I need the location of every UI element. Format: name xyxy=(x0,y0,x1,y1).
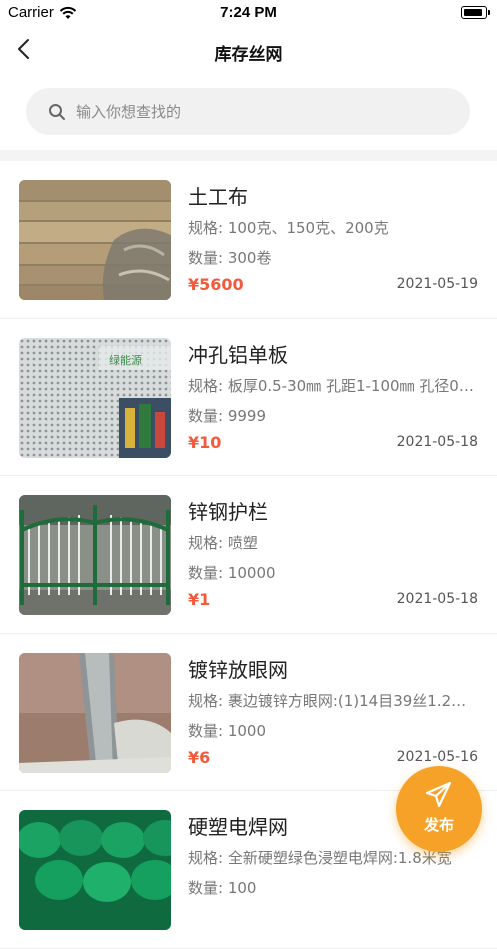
product-image-galvanized-mesh xyxy=(19,652,171,773)
product-name: 土工布 xyxy=(188,185,248,209)
paper-plane-icon xyxy=(425,781,452,808)
publish-button[interactable]: 发布 xyxy=(396,766,482,852)
status-bar: Carrier 7:24 PM xyxy=(0,0,497,26)
publish-label: 发布 xyxy=(423,816,454,834)
product-quantity: 数量: 300卷 xyxy=(188,249,272,267)
product-image-welded-mesh xyxy=(19,810,171,930)
product-spec: 规格: 板厚0.5-30㎜ 孔距1-100㎜ 孔径0.5- xyxy=(188,376,476,395)
svg-text:绿能源: 绿能源 xyxy=(109,353,142,367)
page-title: 库存丝网 xyxy=(214,45,283,65)
product-date: 2021-05-16 xyxy=(396,748,478,765)
product-image-geotextile xyxy=(19,180,171,300)
product-date: 2021-05-18 xyxy=(396,433,478,450)
product-price: ¥1 xyxy=(188,590,211,609)
product-price: ¥6 xyxy=(188,747,211,767)
list-item[interactable]: 土工布 规格: 100克、150克、200克 数量: 300卷 ¥5600 20… xyxy=(0,161,497,319)
product-image-fence xyxy=(19,495,171,615)
section-divider xyxy=(0,150,497,161)
search-input[interactable] xyxy=(76,102,436,121)
product-price: ¥5600 xyxy=(188,275,244,294)
product-quantity: 数量: 10000 xyxy=(188,564,276,582)
search-icon xyxy=(49,103,65,120)
product-info: 冲孔铝单板 规格: 板厚0.5-30㎜ 孔距1-100㎜ 孔径0.5- 数量: … xyxy=(188,341,480,457)
product-spec: 规格: 100克、150克、200克 xyxy=(188,219,389,237)
product-name: 镀锌放眼网 xyxy=(188,657,288,682)
product-info: 土工布 规格: 100克、150克、200克 数量: 300卷 ¥5600 20… xyxy=(188,183,480,299)
product-quantity: 数量: 1000 xyxy=(188,721,266,740)
product-quantity: 数量: 100 xyxy=(188,879,257,897)
product-spec: 规格: 裹边镀锌方眼网:(1)14目39丝1.2米宽 xyxy=(188,691,476,710)
battery-icon xyxy=(461,6,490,19)
product-name: 冲孔铝单板 xyxy=(188,342,288,367)
product-price: ¥10 xyxy=(188,432,222,452)
list-item[interactable]: 镀锌放眼网 规格: 裹边镀锌方眼网:(1)14目39丝1.2米宽 数量: 100… xyxy=(0,634,497,791)
product-date: 2021-05-18 xyxy=(396,591,478,607)
product-name: 锌钢护栏 xyxy=(188,500,268,524)
product-date: 2021-05-19 xyxy=(396,276,478,292)
clock: 7:24 PM xyxy=(220,4,277,21)
list-item[interactable]: 绿能源 冲孔铝单板 规格: 板厚0.5-30㎜ 孔距1-100㎜ 孔径0.5- … xyxy=(0,319,497,476)
list-item[interactable]: 锌钢护栏 规格: 喷塑 数量: 10000 ¥1 2021-05-18 xyxy=(0,476,497,634)
product-image-perforated-panel: 绿能源 xyxy=(19,337,171,458)
product-info: 锌钢护栏 规格: 喷塑 数量: 10000 ¥1 2021-05-18 xyxy=(188,498,480,614)
navigation-bar: 库存丝网 xyxy=(0,26,497,74)
product-info: 镀锌放眼网 规格: 裹边镀锌方眼网:(1)14目39丝1.2米宽 数量: 100… xyxy=(188,656,480,772)
product-quantity: 数量: 9999 xyxy=(188,406,266,425)
product-spec: 规格: 喷塑 xyxy=(188,534,258,552)
search-bar[interactable] xyxy=(26,88,470,135)
